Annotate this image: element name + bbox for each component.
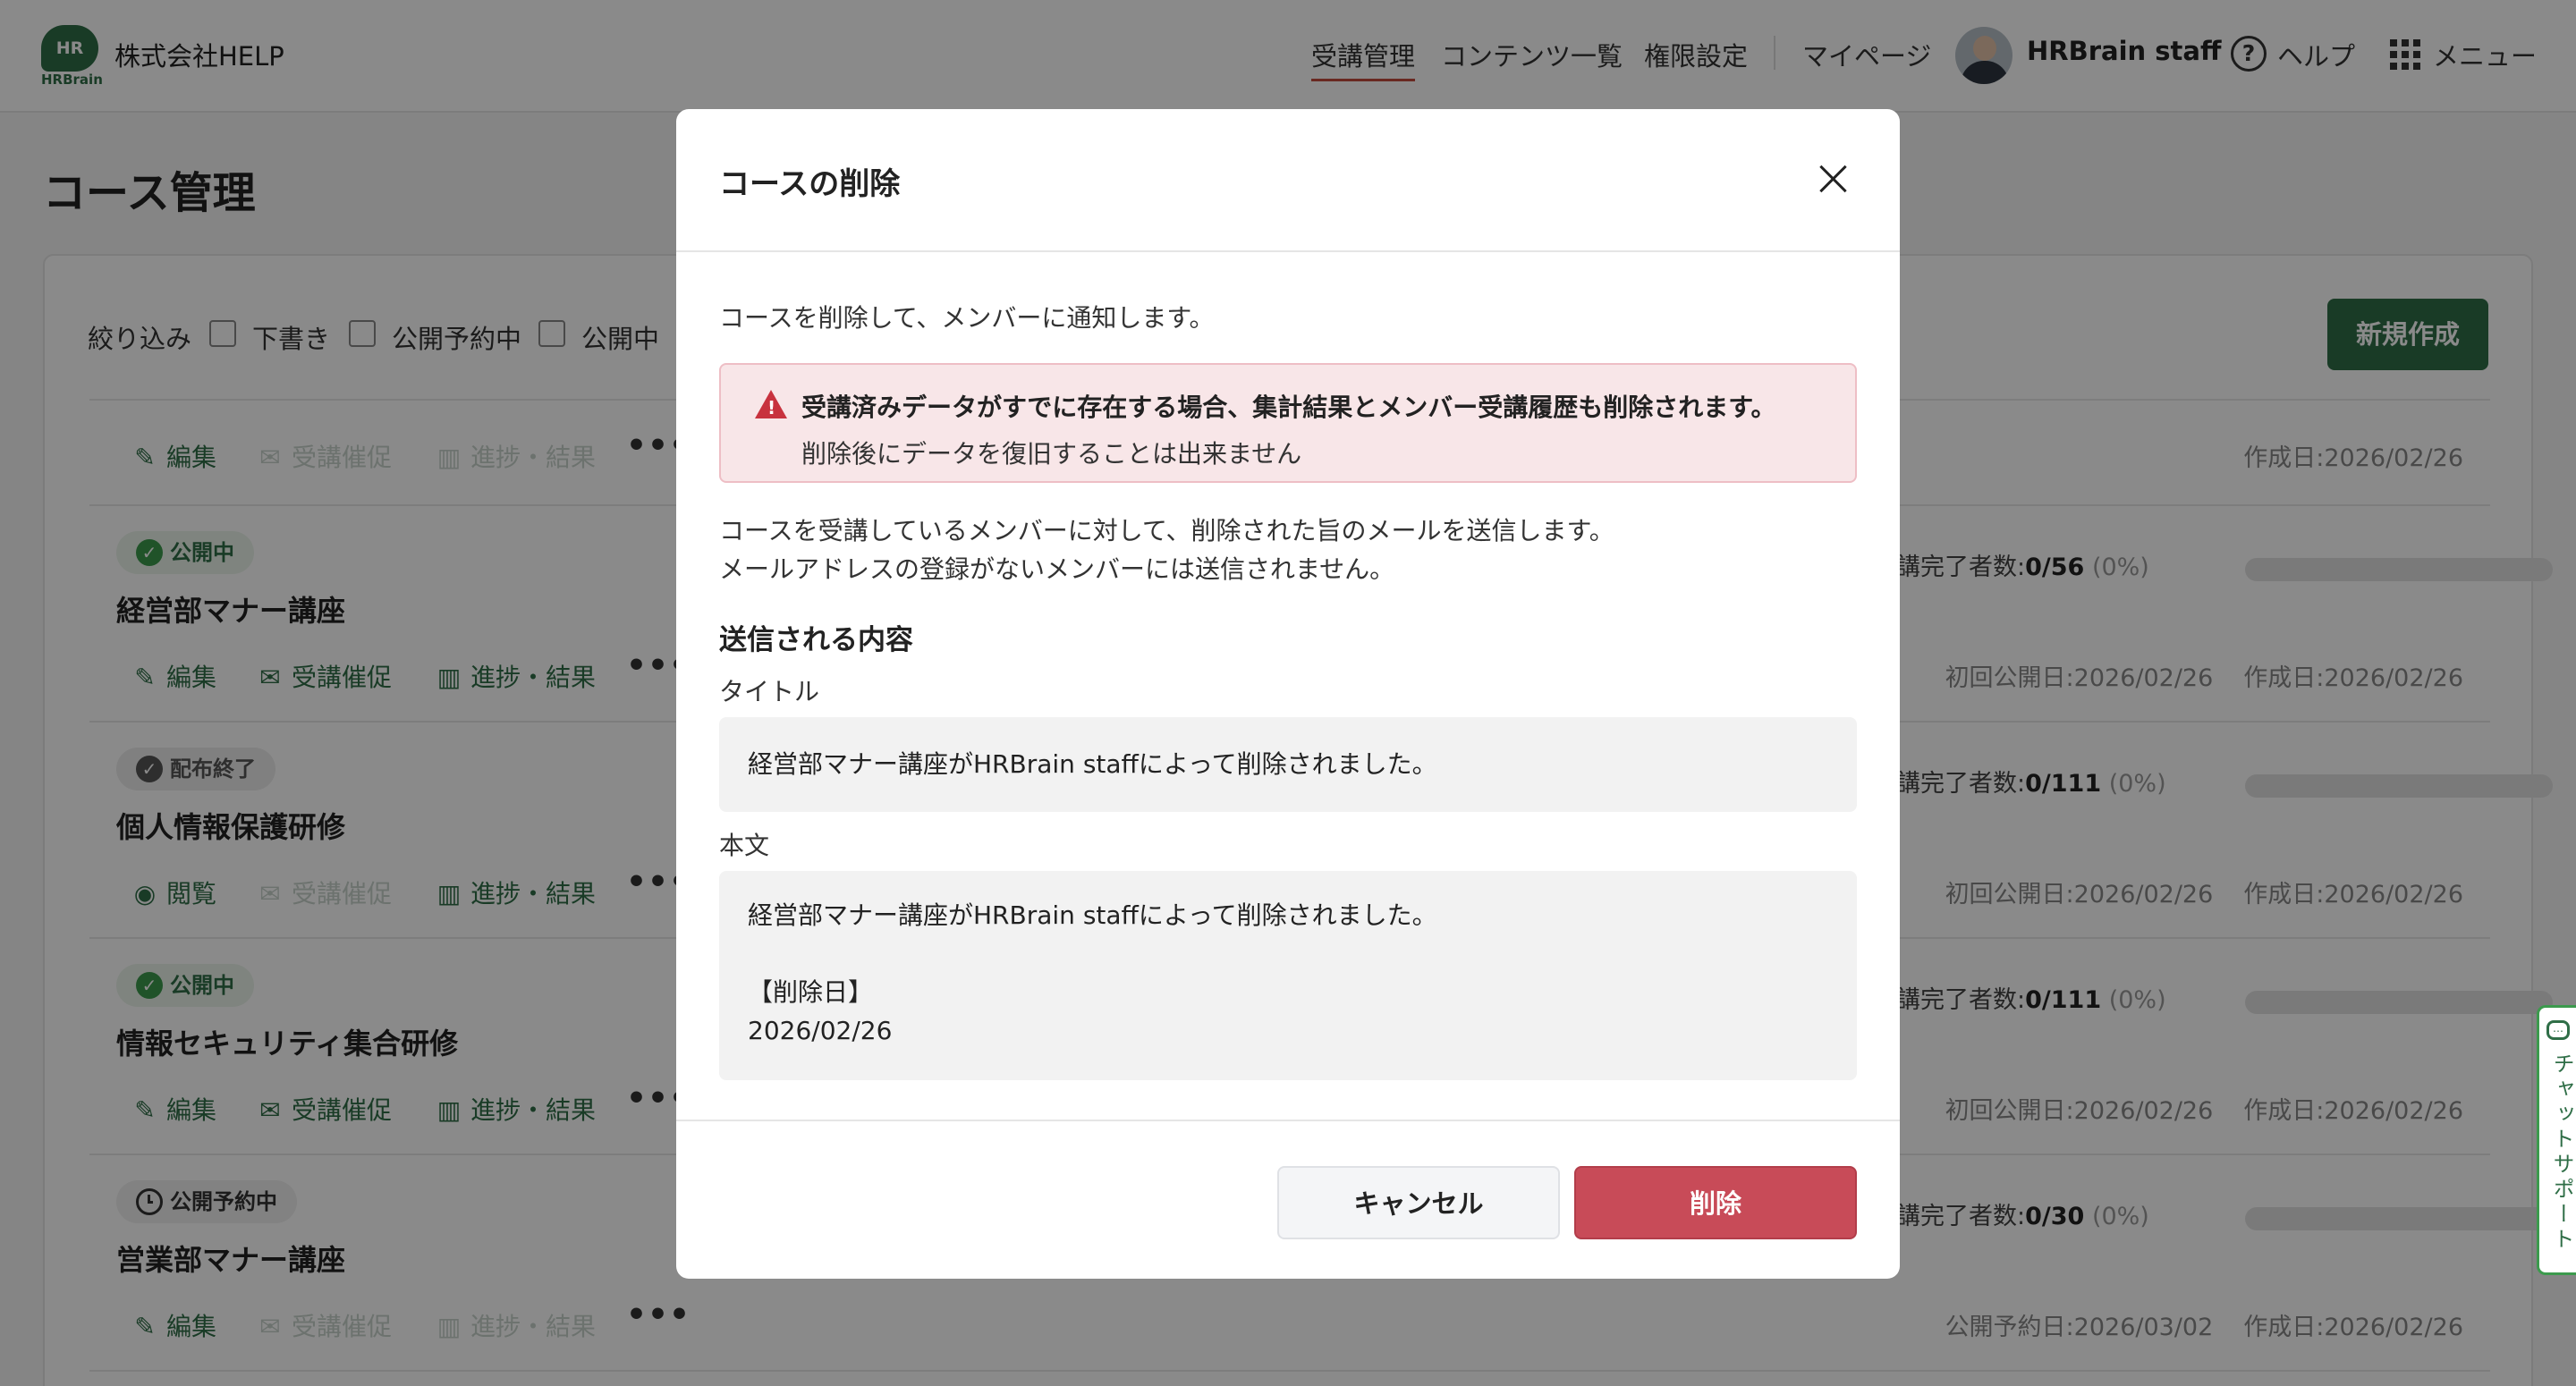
warning-title: 受講済みデータがすでに存在する場合、集計結果とメンバー受講履歴も削除されます。	[801, 393, 1776, 422]
dialog-header-divider	[676, 250, 1900, 252]
warning-alert: ! 受講済みデータがすでに存在する場合、集計結果とメンバー受講履歴も削除されます…	[719, 363, 1857, 483]
close-icon[interactable]	[1810, 156, 1857, 202]
delete-button[interactable]: 削除	[1574, 1166, 1857, 1239]
warning-icon: !	[755, 390, 787, 418]
dialog-footer-divider	[676, 1120, 1900, 1121]
mail-body-preview: 経営部マナー講座がHRBrain staffによって削除されました。 【削除日】…	[719, 871, 1857, 1080]
chat-support-label: チャットサポート	[2549, 1052, 2574, 1253]
dialog-intro: コースを削除して、メンバーに通知します。	[719, 303, 1215, 333]
cancel-button[interactable]: キャンセル	[1277, 1166, 1560, 1239]
mail-title-preview: 経営部マナー講座がHRBrain staffによって削除されました。	[719, 717, 1857, 812]
chat-bubble-icon: …	[2546, 1020, 2570, 1040]
warning-body: 削除後にデータを復旧することは出来ません	[801, 439, 1302, 469]
sent-content-heading: 送信される内容	[719, 624, 913, 656]
notification-note: コースを受講しているメンバーに対して、削除された旨のメールを送信します。 メール…	[719, 516, 1614, 584]
mail-body-label: 本文	[719, 831, 770, 860]
delete-course-dialog: コースの削除 コースを削除して、メンバーに通知します。 ! 受講済みデータがすで…	[676, 109, 1900, 1279]
mail-title-label: タイトル	[719, 677, 820, 706]
chat-support-tab[interactable]: … チャットサポート	[2537, 1005, 2576, 1275]
dialog-title: コースの削除	[719, 166, 901, 202]
